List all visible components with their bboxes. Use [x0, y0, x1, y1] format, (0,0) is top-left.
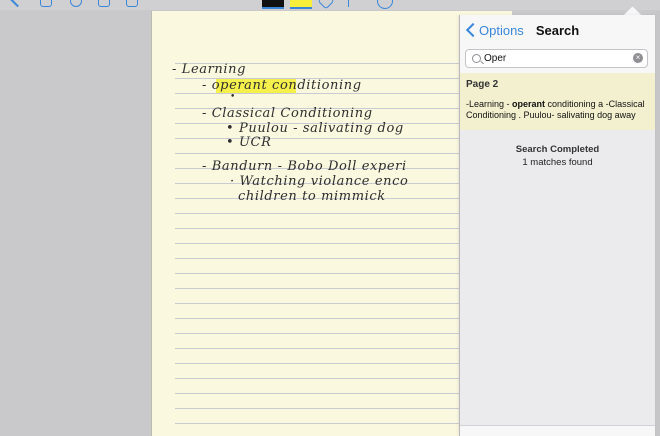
tag-icon[interactable]	[317, 0, 335, 10]
handwriting-line: • Puulou - salivating dog	[226, 121, 404, 136]
search-icon	[472, 54, 481, 63]
result-match: operant	[512, 99, 546, 109]
search-bar: ×	[460, 46, 655, 74]
panel-header: Options Search	[460, 15, 655, 47]
share-icon[interactable]	[348, 0, 360, 7]
handwriting-line: - Classical Conditioning	[202, 106, 373, 121]
user-icon[interactable]	[377, 0, 393, 9]
grid-icon[interactable]	[40, 0, 52, 7]
panel-footer	[460, 425, 655, 436]
panel-title: Search	[535, 23, 580, 38]
search-box[interactable]: ×	[465, 49, 648, 68]
sort-icon[interactable]	[98, 0, 110, 7]
search-input[interactable]	[484, 51, 629, 66]
handwriting-line: - Learning	[172, 62, 247, 77]
yellow-highlighter-icon[interactable]	[290, 0, 312, 9]
result-page-label: Page 2	[466, 79, 499, 90]
search-result[interactable]: Page 2 -Learning - operant conditioning …	[460, 73, 655, 130]
handwriting-line: · Watching violance enco	[230, 174, 409, 189]
handwriting-line: children to mimmick	[238, 189, 386, 204]
match-count: 1 matches found	[522, 157, 593, 168]
square-icon[interactable]	[126, 0, 138, 7]
handwriting-line: - operant conditioning	[202, 78, 362, 93]
black-pen-icon[interactable]	[262, 0, 284, 9]
back-icon[interactable]	[9, 0, 26, 8]
top-toolbar	[0, 0, 660, 10]
search-panel: Options Search × Page 2 -Learning - oper…	[459, 15, 655, 436]
info-icon[interactable]	[70, 0, 82, 7]
search-status: Search Completed	[515, 144, 600, 155]
handwriting-line: •	[230, 92, 236, 102]
handwriting-line: - Bandurn - Bobo Doll experi	[202, 159, 407, 174]
result-snippet: -Learning - operant conditioning a -Clas…	[466, 99, 645, 120]
note-page[interactable]: - Learning - operant conditioning • - Cl…	[151, 11, 512, 436]
handwriting-line: • UCR	[226, 135, 272, 150]
clear-search-icon[interactable]: ×	[633, 53, 643, 63]
